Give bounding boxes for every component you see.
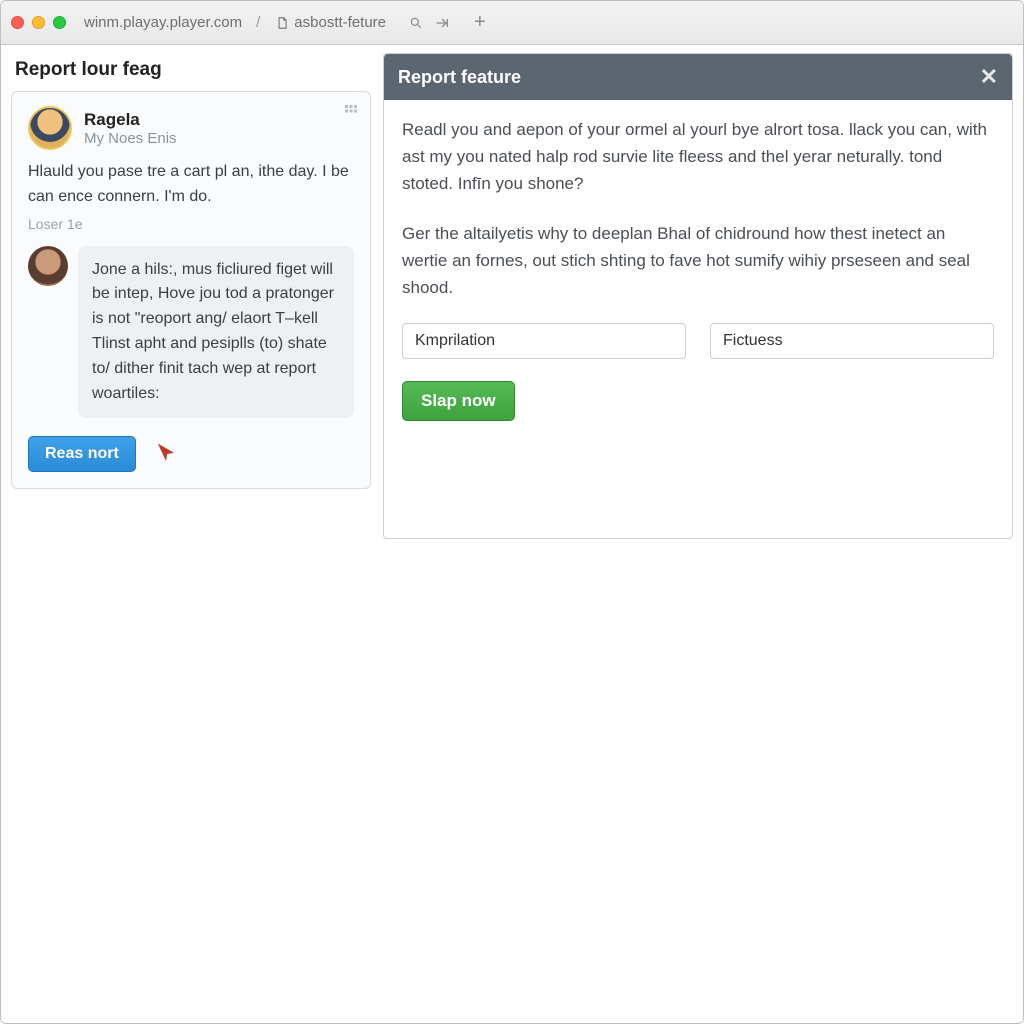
avatar xyxy=(28,106,72,150)
close-icon[interactable]: ✕ xyxy=(980,64,998,90)
panel-paragraph-1: Readl you and aepon of your ormel al you… xyxy=(402,116,994,198)
minimize-window-button[interactable] xyxy=(32,16,45,29)
report-feature-panel: Report feature ✕ Readl you and aepon of … xyxy=(383,53,1013,539)
card-meta-text: Loser 1e xyxy=(28,216,354,232)
card-menu-icon[interactable] xyxy=(342,102,360,120)
reas-nort-button[interactable]: Reas nort xyxy=(28,436,136,472)
report-card: Ragela My Noes Enis Hlauld you pase tre … xyxy=(11,91,371,489)
titlebar: winm.playay.player.com / asbostt-feture … xyxy=(1,1,1023,45)
panel-input-row xyxy=(402,323,994,359)
card-user-row: Ragela My Noes Enis xyxy=(28,106,354,150)
forward-icon[interactable] xyxy=(434,15,450,31)
tab-action-icons xyxy=(408,15,450,31)
panel-header: Report feature ✕ xyxy=(384,54,1012,100)
close-window-button[interactable] xyxy=(11,16,24,29)
slap-now-button[interactable]: Slap now xyxy=(402,381,515,421)
maximize-window-button[interactable] xyxy=(53,16,66,29)
path-separator: / xyxy=(256,14,260,31)
content-area: Report lour feag Ragela My Noes Enis Hla… xyxy=(1,45,1023,1023)
sidebar: Report lour feag Ragela My Noes Enis Hla… xyxy=(11,53,371,489)
new-tab-button[interactable]: + xyxy=(474,11,486,34)
sidebar-title: Report lour feag xyxy=(11,53,371,91)
panel-title: Report feature xyxy=(398,67,521,88)
document-icon xyxy=(274,15,290,31)
search-icon[interactable] xyxy=(408,15,424,31)
window-controls xyxy=(11,16,66,29)
app-window: winm.playay.player.com / asbostt-feture … xyxy=(0,0,1024,1024)
user-subtext: My Noes Enis xyxy=(84,130,177,147)
user-name: Ragela xyxy=(84,110,177,130)
address-url[interactable]: winm.playay.player.com xyxy=(84,14,242,31)
panel-body: Readl you and aepon of your ormel al you… xyxy=(384,100,1012,437)
input-fictuess[interactable] xyxy=(710,323,994,359)
tab-document[interactable]: asbostt-feture xyxy=(274,14,386,31)
panel-paragraph-2: Ger the altailyetis why to deeplan Bhal … xyxy=(402,220,994,302)
pointer-arrow-icon xyxy=(152,440,180,468)
tab-strip: winm.playay.player.com / asbostt-feture … xyxy=(84,11,486,34)
message-bubble: Jone a hils:, mus ficliured figet will b… xyxy=(78,246,354,419)
card-intro-text: Hlauld you pase tre a cart pl an, ithe d… xyxy=(28,160,354,210)
tab-document-name: asbostt-feture xyxy=(294,14,386,31)
avatar xyxy=(28,246,68,286)
card-message-row: Jone a hils:, mus ficliured figet will b… xyxy=(28,246,354,419)
input-kmprilation[interactable] xyxy=(402,323,686,359)
card-button-row: Reas nort xyxy=(28,436,354,472)
